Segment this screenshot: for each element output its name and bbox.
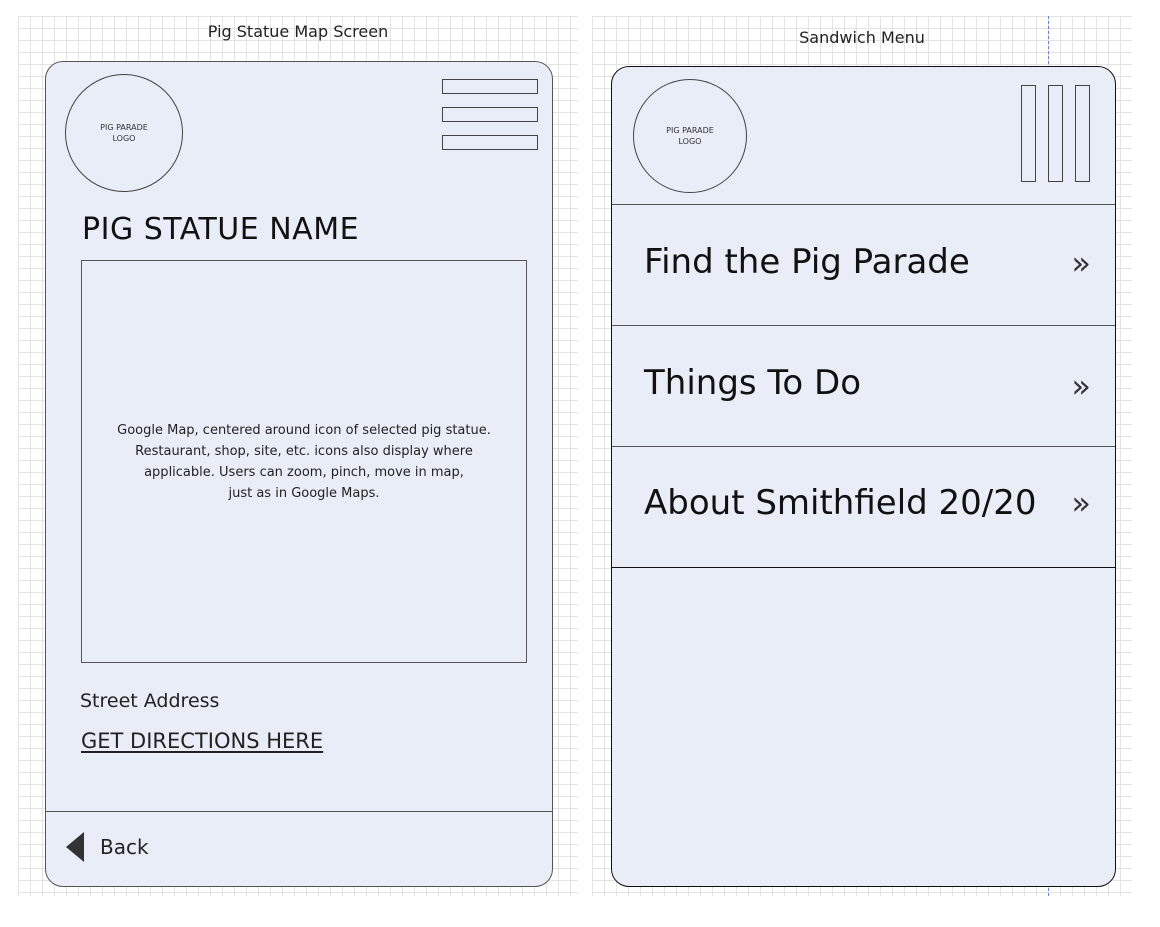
- back-label: Back: [100, 835, 149, 859]
- double-chevron-right-icon: »: [1071, 367, 1091, 405]
- street-address: Street Address: [80, 690, 220, 712]
- hamburger-bar-middle: [442, 107, 538, 122]
- hamburger-bar-bottom: [442, 135, 538, 150]
- menu-item-find-the-pig-parade[interactable]: Find the Pig Parade »: [612, 204, 1115, 325]
- wireframe-canvas: Pig Statue Map Screen PIG PARADE LOGO PI…: [0, 0, 1160, 927]
- pig-parade-logo: PIG PARADE LOGO: [65, 74, 183, 192]
- menu-item-label: Things To Do: [644, 363, 861, 403]
- footer-divider: [46, 811, 552, 812]
- right-screen-caption: Sandwich Menu: [799, 28, 925, 47]
- hamburger-bar-top: [442, 79, 538, 94]
- pig-statue-map-screen: PIG PARADE LOGO PIG STATUE NAME Google M…: [45, 61, 553, 887]
- menu-bar-left: [1021, 85, 1036, 182]
- double-chevron-right-icon: »: [1071, 244, 1091, 282]
- double-chevron-right-icon: »: [1071, 484, 1091, 522]
- menu-item-things-to-do[interactable]: Things To Do »: [612, 325, 1115, 446]
- google-map-placeholder[interactable]: Google Map, centered around icon of sele…: [81, 260, 527, 663]
- menu-bottom-divider: [612, 567, 1115, 568]
- hamburger-menu-icon[interactable]: [442, 79, 538, 151]
- vertical-bars-menu-icon[interactable]: [1021, 85, 1091, 183]
- pig-statue-name-heading: PIG STATUE NAME: [82, 212, 360, 247]
- back-button[interactable]: Back: [66, 832, 149, 862]
- pig-parade-logo: PIG PARADE LOGO: [633, 79, 747, 193]
- sandwich-menu-screen: PIG PARADE LOGO Find the Pig Parade » Th…: [611, 66, 1116, 887]
- menu-bar-middle: [1048, 85, 1063, 182]
- left-screen-caption: Pig Statue Map Screen: [207, 22, 389, 41]
- get-directions-link[interactable]: GET DIRECTIONS HERE: [81, 729, 323, 753]
- menu-item-label: About Smithfield 20/20: [644, 483, 1037, 523]
- menu-item-label: Find the Pig Parade: [644, 242, 970, 282]
- back-arrow-icon: [66, 832, 84, 862]
- menu-bar-right: [1075, 85, 1090, 182]
- menu-item-about-smithfield[interactable]: About Smithfield 20/20 »: [612, 446, 1115, 567]
- map-description: Google Map, centered around icon of sele…: [117, 422, 491, 501]
